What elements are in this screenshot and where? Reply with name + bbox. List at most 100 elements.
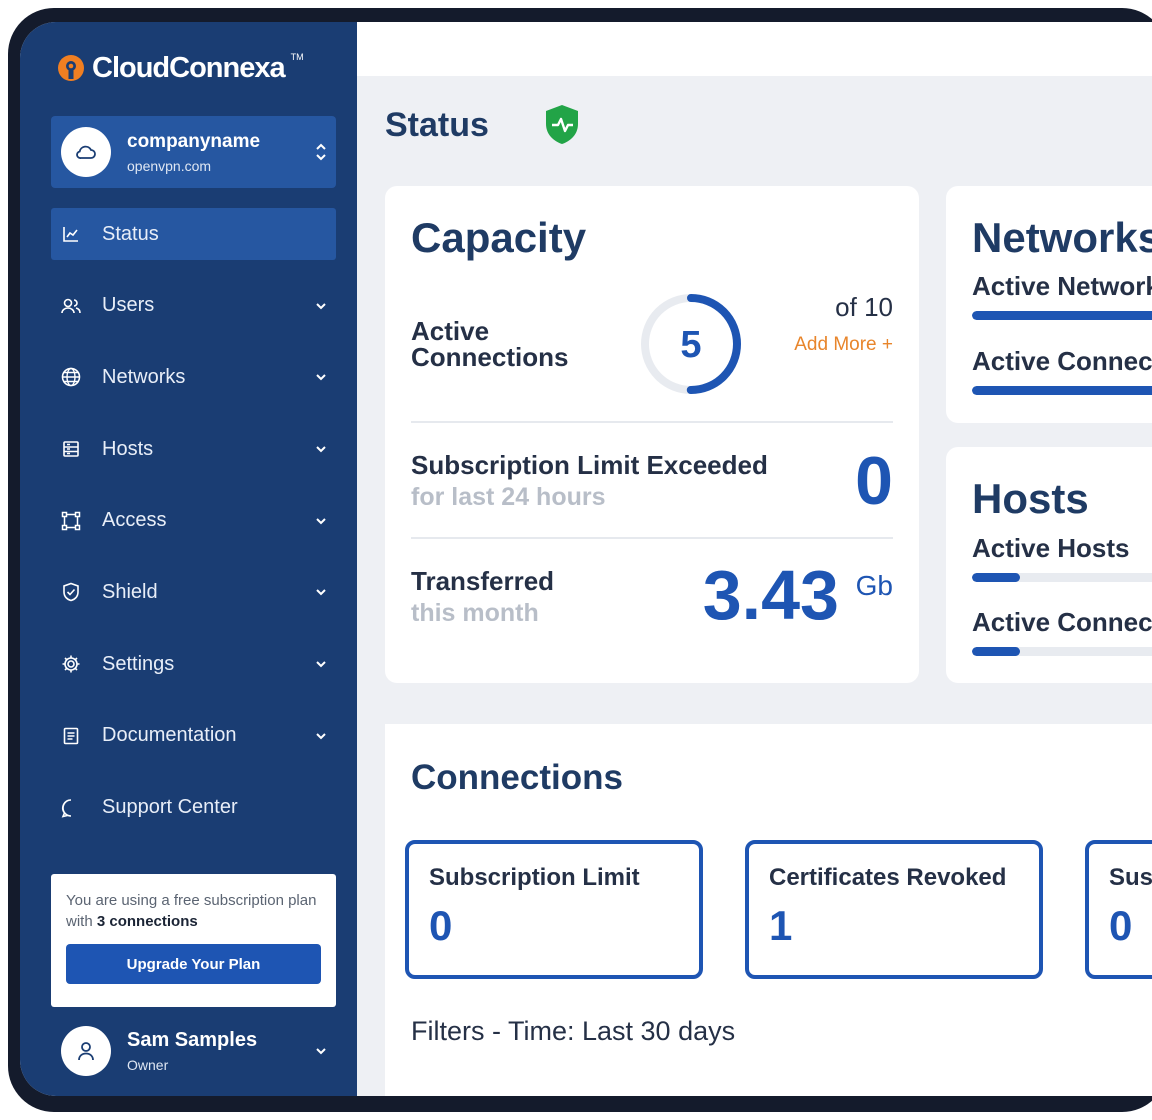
top-bar (357, 22, 1152, 76)
app-logo[interactable]: CloudConnexa TM (56, 52, 304, 85)
chevron-down-icon[interactable] (306, 732, 336, 740)
sidebar-item-settings[interactable]: Settings (51, 638, 336, 690)
org-name: companyname (127, 130, 261, 152)
plan-connections-count: 3 connections (96, 913, 198, 930)
chevron-down-icon[interactable] (306, 1047, 336, 1055)
suspended-stat[interactable]: Suspended 0 (1085, 840, 1152, 979)
time-filter[interactable]: Filters - Time: Last 30 days (411, 1016, 735, 1047)
limit-exceeded-value: 0 (855, 443, 893, 519)
divider (411, 421, 893, 423)
subscription-limit-stat[interactable]: Subscription Limit 0 (405, 840, 703, 979)
main-content: Status Capacity Active Connections 5 of … (357, 76, 1152, 1096)
connections-total: of 10 (835, 292, 893, 322)
logo-text: CloudConnexa (92, 52, 286, 84)
chart-line-icon (61, 224, 81, 244)
limit-exceeded-label: Subscription Limit Exceeded (411, 450, 768, 480)
connections-title: Connections (411, 758, 623, 797)
keyhole-logo-icon (56, 54, 86, 84)
cloud-icon (61, 127, 111, 177)
sidebar: CloudConnexa TM companyname openvpn.com (20, 22, 357, 1096)
server-icon (61, 439, 81, 459)
sidebar-item-label: Networks (102, 365, 186, 388)
chat-bubble-icon (61, 798, 81, 818)
health-shield-icon (543, 103, 581, 152)
sidebar-item-label: Users (102, 294, 155, 317)
sidebar-item-support-center[interactable]: Support Center (51, 782, 336, 834)
capacity-title: Capacity (411, 214, 587, 261)
active-connections-ring: 5 (639, 292, 743, 401)
networks-card: Networks Active Networks Active Connecto… (946, 186, 1152, 423)
sidebar-item-documentation[interactable]: Documentation (51, 710, 336, 762)
org-switcher[interactable]: companyname openvpn.com (51, 116, 336, 188)
host-connectors-label: Active Connectors (972, 607, 1152, 637)
document-icon (61, 726, 81, 746)
network-connectors-bar (972, 386, 1152, 395)
page-title: Status (385, 106, 489, 144)
certificates-revoked-stat[interactable]: Certificates Revoked 1 (745, 840, 1043, 979)
sidebar-nav: Status Users Networks Hosts Access Shiel… (51, 208, 336, 853)
network-connectors-bar-fill (972, 386, 1152, 395)
sidebar-item-status[interactable]: Status (51, 208, 336, 260)
plan-description: You are using a free subscription plan w… (66, 890, 321, 932)
active-label-line1: Active (411, 316, 490, 346)
networks-title: Networks (972, 214, 1152, 261)
sidebar-item-label: Access (102, 509, 167, 532)
stat-value: 0 (429, 902, 453, 949)
active-connections-value: 5 (680, 324, 701, 366)
divider (411, 537, 893, 539)
active-hosts-label: Active Hosts (972, 533, 1130, 563)
chevron-up-down-icon[interactable] (306, 141, 336, 163)
sidebar-item-label: Documentation (102, 724, 237, 747)
limit-exceeded-sub: for last 24 hours (411, 483, 606, 511)
gear-icon (61, 654, 81, 674)
chevron-down-icon[interactable] (306, 517, 336, 525)
app-screen: CloudConnexa TM companyname openvpn.com (20, 22, 1152, 1096)
sidebar-item-hosts[interactable]: Hosts (51, 423, 336, 475)
stat-label: Suspended (1109, 864, 1152, 891)
stat-value: 1 (769, 902, 793, 949)
host-connectors-bar (972, 647, 1152, 656)
access-nodes-icon (61, 511, 81, 531)
hosts-card: Hosts Active Hosts Active Connectors (946, 447, 1152, 683)
chevron-down-icon[interactable] (306, 588, 336, 596)
chevron-down-icon[interactable] (306, 445, 336, 453)
sidebar-item-label: Settings (102, 652, 175, 675)
logo-trademark: TM (290, 51, 304, 62)
capacity-card: Capacity Active Connections 5 of 10 Add … (385, 186, 919, 683)
host-connectors-bar-fill (972, 647, 1021, 656)
active-connections-label: Active Connections (411, 318, 568, 370)
active-networks-label: Active Networks (972, 271, 1152, 301)
sidebar-item-access[interactable]: Access (51, 495, 336, 547)
network-connectors-label: Active Connectors (972, 346, 1152, 376)
sidebar-item-networks[interactable]: Networks (51, 351, 336, 403)
transferred-sub: this month (411, 599, 539, 627)
sidebar-item-label: Support Center (102, 796, 238, 818)
globe-icon (61, 367, 81, 387)
chevron-down-icon[interactable] (306, 373, 336, 381)
device-frame: CloudConnexa TM companyname openvpn.com (8, 8, 1152, 1112)
transferred-unit: Gb (855, 570, 893, 601)
active-hosts-bar (972, 573, 1152, 582)
chevron-down-icon[interactable] (306, 660, 336, 668)
user-role: Owner (127, 1057, 169, 1073)
user-avatar-icon (61, 1026, 111, 1076)
active-networks-bar-fill (972, 311, 1152, 320)
users-icon (61, 296, 81, 316)
shield-check-icon (61, 582, 81, 602)
sidebar-item-shield[interactable]: Shield (51, 566, 336, 618)
org-domain: openvpn.com (127, 157, 212, 174)
active-networks-bar (972, 311, 1152, 320)
sidebar-item-label: Status (102, 222, 159, 245)
stat-value: 0 (1109, 902, 1133, 949)
sidebar-item-label: Hosts (102, 437, 154, 460)
user-menu[interactable]: Sam Samples Owner (61, 1026, 336, 1076)
active-hosts-bar-fill (972, 573, 1021, 582)
transferred-label: Transferred (411, 566, 555, 596)
upgrade-plan-button[interactable]: Upgrade Your Plan (66, 944, 321, 984)
sidebar-item-users[interactable]: Users (51, 280, 336, 332)
add-more-link[interactable]: Add More + (794, 334, 893, 356)
transferred-value: 3.43 (702, 556, 839, 634)
chevron-down-icon[interactable] (306, 302, 336, 310)
hosts-title: Hosts (972, 475, 1089, 522)
stat-label: Certificates Revoked (769, 864, 1007, 891)
